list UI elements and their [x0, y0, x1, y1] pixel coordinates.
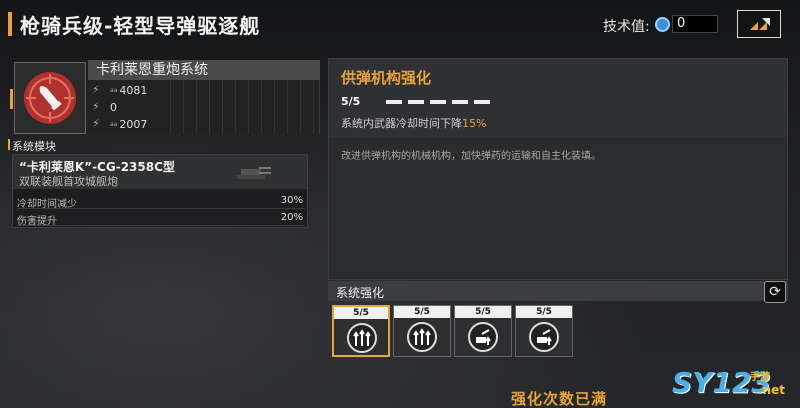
refresh-button[interactable]: ⟳ — [764, 281, 786, 303]
progress-pip — [408, 100, 424, 104]
tech-coin-icon — [655, 17, 670, 32]
progress-pip — [474, 100, 490, 104]
stat-row-attack: ⚡ 0 — [92, 99, 117, 115]
progress-pip — [452, 100, 468, 104]
stat-row-damage: ⚡ aa 4081 — [92, 82, 147, 98]
module-stat-damage: 伤害提升 20% — [17, 210, 305, 227]
weapon-card: 卡利莱恩重炮系统 ⚡ aa 4081 ⚡ 0 ⚡ aa 2007 — [8, 58, 320, 134]
strengthen-card-3[interactable]: 5/5 — [454, 305, 512, 357]
triple-arrow-icon — [407, 322, 437, 352]
turret-up-icon — [468, 322, 498, 352]
shell-icon — [24, 72, 76, 124]
strengthen-header: 系统强化 — [328, 281, 788, 301]
page-title: 枪骑兵级-轻型导弹驱逐舰 — [20, 14, 261, 38]
site-watermark: SY123 手游 .net — [672, 366, 792, 406]
weapon-icon-frame[interactable] — [10, 62, 86, 134]
stat-value: 2007 — [119, 117, 148, 131]
module-section-header: 系统模块 — [8, 139, 56, 153]
progress-pip — [386, 100, 402, 104]
navigate-button[interactable] — [737, 10, 781, 38]
module-stat-label: 冷却时间减少 — [17, 199, 77, 210]
module-stat-label: 伤害提升 — [17, 216, 57, 227]
module-card[interactable]: “卡利莱恩K”-CG-2358C型 双联装舰首攻城舰炮 冷却时间减少 30% 伤… — [12, 154, 308, 228]
stat-row-defense: ⚡ aa 2007 — [92, 116, 147, 132]
upgrade-title: 供弹机构强化 — [341, 69, 432, 87]
navigate-icon — [750, 18, 770, 30]
watermark-sub: 手游 — [750, 372, 770, 383]
card-count: 5/5 — [394, 306, 450, 318]
strengthen-card-4[interactable]: 5/5 — [515, 305, 573, 357]
upgrade-description: 改进供弹机构的机械机构，加快弹药的运输和自主化装填。 — [341, 151, 601, 162]
upgrade-summary: 供弹机构强化 5/5 系统内武器冷却时间下降15% — [329, 59, 787, 137]
module-title-area: “卡利莱恩K”-CG-2358C型 双联装舰首攻城舰炮 — [13, 155, 307, 189]
turret-icon — [237, 167, 271, 179]
title-accent-bar — [8, 12, 12, 36]
attack-icon: ⚡ — [92, 100, 100, 113]
strengthen-card-1[interactable]: 5/5 — [332, 305, 390, 357]
strengthen-card-2[interactable]: 5/5 — [393, 305, 451, 357]
upgrade-progress-pips — [386, 100, 490, 104]
stat-grid — [158, 80, 320, 134]
upgrade-level: 5/5 — [341, 95, 361, 108]
refresh-icon: ⟳ — [769, 284, 781, 300]
watermark-net: .net — [758, 383, 785, 397]
strengthen-card-list: 5/5 5/5 5/5 5/5 — [332, 305, 573, 357]
weapon-accent-bar — [10, 89, 13, 109]
triple-arrow-icon — [347, 323, 377, 353]
module-stat-value: 20% — [280, 212, 303, 223]
card-count: 5/5 — [455, 306, 511, 318]
stat-prefix: aa — [110, 86, 118, 94]
stat-prefix: aa — [110, 120, 118, 128]
strengthen-label: 系统强化 — [336, 286, 385, 300]
damage-icon: ⚡ — [92, 83, 100, 96]
tech-value-display: 0 — [672, 15, 718, 33]
card-count: 5/5 — [516, 306, 572, 318]
module-stat-value: 30% — [280, 195, 303, 206]
weapon-name: 卡利莱恩重炮系统 — [88, 60, 320, 80]
top-header: 枪骑兵级-轻型导弹驱逐舰 技术值: 0 — [0, 0, 800, 48]
upgrade-effect: 系统内武器冷却时间下降15% — [341, 115, 486, 131]
module-stat-cooldown: 冷却时间减少 30% — [17, 193, 305, 210]
turret-up-icon — [529, 322, 559, 352]
progress-pip — [430, 100, 446, 104]
stat-value: 0 — [110, 100, 117, 114]
upgrade-effect-value: 15% — [462, 117, 487, 130]
tech-value-label: 技术值: — [603, 19, 650, 35]
module-description: 双联装舰首攻城舰炮 — [19, 175, 118, 188]
strengthen-status: 强化次数已满 — [511, 390, 608, 408]
stat-value: 4081 — [119, 83, 148, 97]
upgrade-effect-text: 系统内武器冷却时间下降 — [341, 117, 462, 130]
card-count: 5/5 — [334, 307, 388, 319]
upgrade-detail-panel: 供弹机构强化 5/5 系统内武器冷却时间下降15% 改进供弹机构的机械机构，加快… — [328, 58, 788, 280]
weapon-stats: ⚡ aa 4081 ⚡ 0 ⚡ aa 2007 — [88, 80, 320, 134]
defense-icon: ⚡ — [92, 117, 100, 130]
